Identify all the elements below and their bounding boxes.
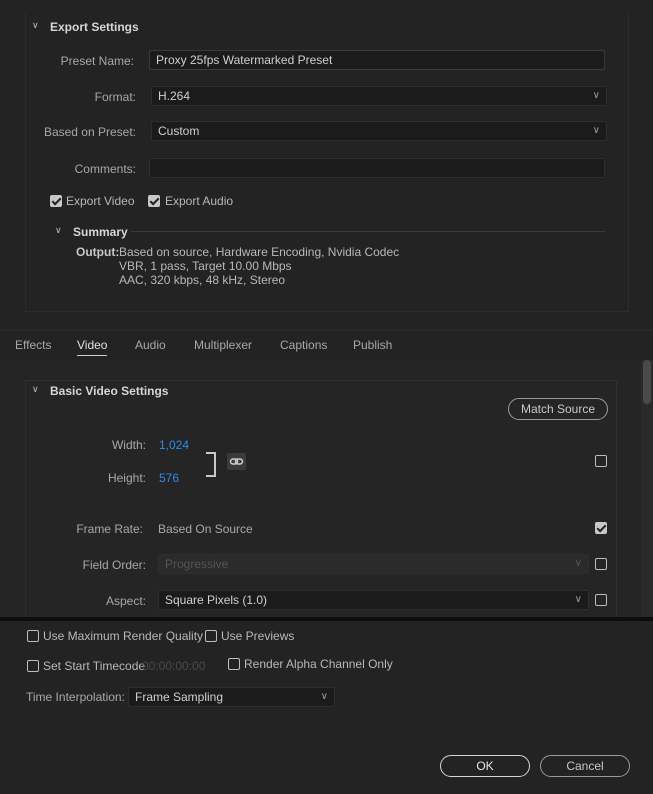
size-link-bracket bbox=[206, 452, 216, 477]
field-order-label: Field Order: bbox=[82, 558, 146, 572]
aspect-value: Square Pixels (1.0) bbox=[165, 593, 268, 607]
time-interpolation-label: Time Interpolation: bbox=[26, 690, 125, 704]
frame-rate-checkbox[interactable] bbox=[595, 522, 607, 534]
use-previews-checkbox[interactable] bbox=[205, 630, 217, 642]
width-label: Width: bbox=[111, 438, 146, 452]
render-alpha-checkbox[interactable] bbox=[228, 658, 240, 670]
summary-divider bbox=[131, 231, 605, 232]
based-on-preset-label: Based on Preset: bbox=[43, 125, 136, 139]
comments-input[interactable] bbox=[149, 158, 605, 178]
tab-effects[interactable]: Effects bbox=[15, 338, 51, 352]
export-video-label[interactable]: Export Video bbox=[66, 194, 135, 208]
time-interpolation-value: Frame Sampling bbox=[135, 690, 224, 704]
chevron-down-icon[interactable]: ∨ bbox=[32, 384, 39, 395]
max-render-quality-checkbox[interactable] bbox=[27, 630, 39, 642]
export-audio-label[interactable]: Export Audio bbox=[165, 194, 233, 208]
output-line: VBR, 1 pass, Target 10.00 Mbps bbox=[119, 259, 292, 273]
preset-name-input[interactable]: Proxy 25fps Watermarked Preset bbox=[149, 50, 605, 70]
based-on-preset-select[interactable]: Custom ∨ bbox=[151, 121, 607, 141]
aspect-select[interactable]: Square Pixels (1.0) ∨ bbox=[158, 590, 589, 610]
format-select[interactable]: H.264 ∨ bbox=[151, 86, 607, 106]
set-start-timecode-checkbox[interactable] bbox=[27, 660, 39, 672]
dropdown-arrow-icon: ∨ bbox=[574, 558, 582, 569]
export-video-checkbox[interactable] bbox=[50, 195, 62, 207]
tab-audio[interactable]: Audio bbox=[135, 338, 166, 352]
frame-rate-label: Frame Rate: bbox=[76, 522, 143, 536]
field-order-value: Progressive bbox=[165, 557, 229, 571]
link-icon[interactable] bbox=[227, 453, 246, 470]
based-on-preset-value: Custom bbox=[158, 124, 200, 138]
aspect-label: Aspect: bbox=[105, 594, 146, 608]
format-label: Format: bbox=[94, 90, 136, 104]
height-label: Height: bbox=[107, 471, 146, 485]
basic-video-settings-title: Basic Video Settings bbox=[50, 384, 169, 398]
ok-button[interactable]: OK bbox=[440, 755, 530, 777]
dropdown-arrow-icon: ∨ bbox=[592, 125, 600, 136]
frame-rate-value: Based On Source bbox=[158, 522, 253, 536]
preset-name-value: Proxy 25fps Watermarked Preset bbox=[156, 53, 333, 67]
comments-label: Comments: bbox=[74, 162, 136, 176]
set-start-timecode-label[interactable]: Set Start Timecode bbox=[43, 659, 145, 673]
tab-video[interactable]: Video bbox=[77, 338, 108, 356]
output-line: Based on source, Hardware Encoding, Nvid… bbox=[119, 245, 400, 259]
width-value[interactable]: 1,024 bbox=[159, 438, 189, 452]
output-label: Output: bbox=[76, 245, 120, 259]
chevron-down-icon[interactable]: ∨ bbox=[55, 225, 62, 236]
match-source-button[interactable]: Match Source bbox=[508, 398, 608, 420]
dropdown-arrow-icon: ∨ bbox=[592, 90, 600, 101]
timecode-value: 00:00:00:00 bbox=[142, 659, 206, 673]
time-interpolation-select[interactable]: Frame Sampling ∨ bbox=[128, 687, 335, 707]
export-audio-checkbox[interactable] bbox=[148, 195, 160, 207]
export-settings-title: Export Settings bbox=[50, 20, 139, 34]
chevron-down-icon[interactable]: ∨ bbox=[32, 20, 39, 31]
section-divider bbox=[0, 617, 653, 621]
output-line: AAC, 320 kbps, 48 kHz, Stereo bbox=[119, 273, 286, 287]
aspect-checkbox[interactable] bbox=[595, 594, 607, 606]
max-render-quality-label[interactable]: Use Maximum Render Quality bbox=[43, 629, 203, 643]
tab-multiplexer[interactable]: Multiplexer bbox=[194, 338, 252, 352]
field-order-select[interactable]: Progressive ∨ bbox=[158, 554, 589, 574]
scrollbar-thumb[interactable] bbox=[643, 360, 651, 404]
render-alpha-label[interactable]: Render Alpha Channel Only bbox=[244, 657, 393, 671]
use-previews-label[interactable]: Use Previews bbox=[221, 629, 294, 643]
dropdown-arrow-icon: ∨ bbox=[574, 594, 582, 605]
field-order-checkbox[interactable] bbox=[595, 558, 607, 570]
dropdown-arrow-icon: ∨ bbox=[320, 691, 328, 702]
tab-captions[interactable]: Captions bbox=[280, 338, 327, 352]
summary-title: Summary bbox=[73, 225, 128, 239]
height-value[interactable]: 576 bbox=[159, 471, 179, 485]
preset-name-label: Preset Name: bbox=[60, 54, 134, 68]
cancel-button[interactable]: Cancel bbox=[540, 755, 630, 777]
tab-bar-divider bbox=[0, 330, 653, 331]
output-details: Based on source, Hardware Encoding, Nvid… bbox=[119, 245, 399, 287]
tab-publish[interactable]: Publish bbox=[353, 338, 392, 352]
format-value: H.264 bbox=[158, 89, 191, 103]
size-override-checkbox[interactable] bbox=[595, 455, 607, 467]
